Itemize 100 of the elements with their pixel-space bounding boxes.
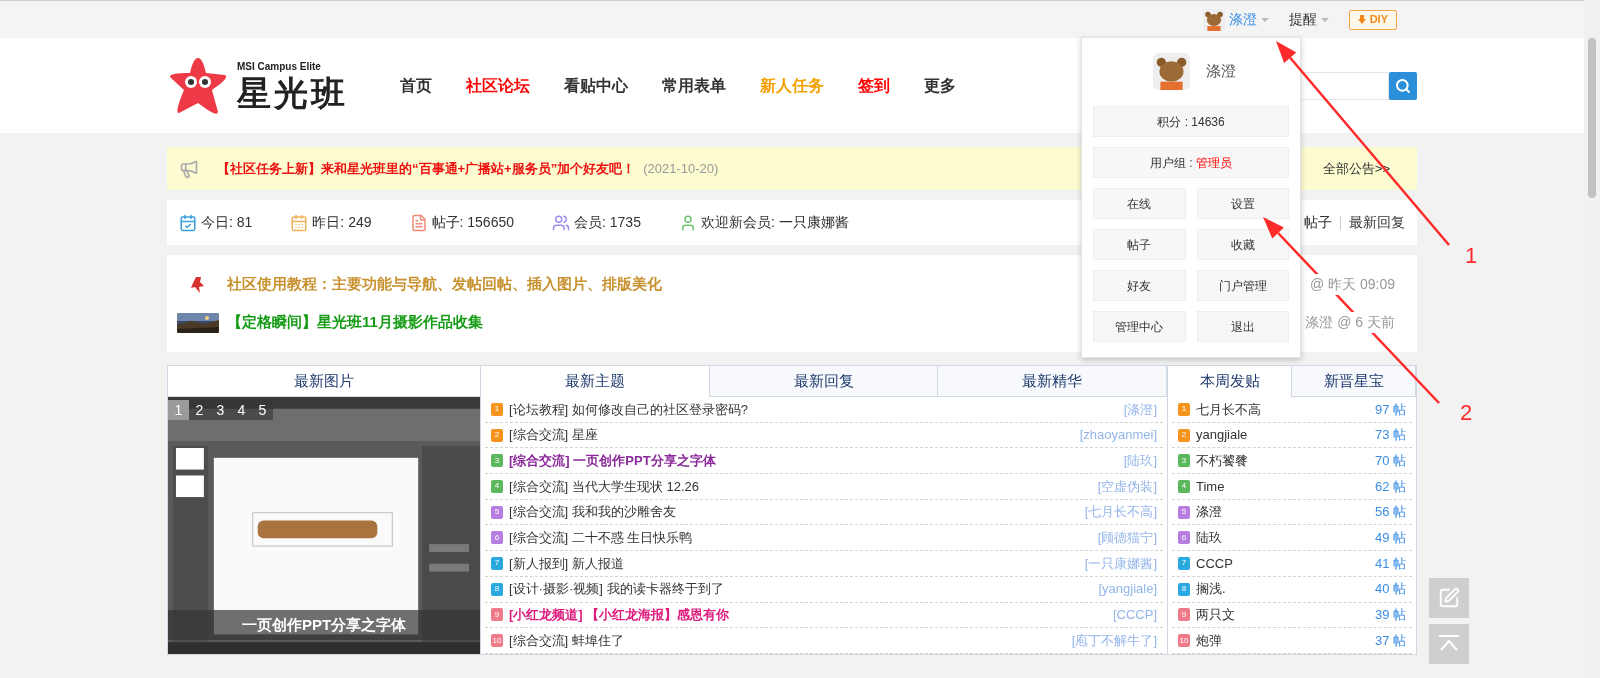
annotation-number: 2 [1460,402,1473,424]
thread-meta: 涤澄 @ 6 天前 [1305,312,1395,333]
nav-link[interactable]: 看贴中心 [564,73,628,98]
rank-badge: 5 [491,505,503,519]
back-to-top-icon [1438,635,1460,653]
rank-badge: 5 [1178,505,1190,519]
thread-link[interactable]: [小红龙频道] 【小红龙海报】感恩有你 [509,605,730,625]
logo-subtitle: MSI Campus Elite [237,61,322,72]
nav-link[interactable]: 更多 [924,73,956,98]
back-to-top-button[interactable] [1429,624,1469,664]
tab[interactable]: 最新精华 [938,366,1167,397]
user-group-field: 用户组 : 管理员 [1093,147,1289,178]
nav-link[interactable]: 首页 [400,73,432,98]
points-field: 积分 : 14636 [1093,106,1289,137]
user-link[interactable]: 不朽饕餮 [1196,450,1248,471]
user-link[interactable]: CCCP [1196,553,1233,574]
slide-pager[interactable]: 2 [189,400,210,420]
post-count: 62 帖 [1374,477,1406,496]
thread-meta: @ 昨天 09:09 [1309,274,1395,295]
user-link[interactable]: 涤澄 [1196,502,1222,522]
post-count: 39 帖 [1374,606,1406,625]
pin-icon [191,276,205,293]
thread-link[interactable]: [综合交流] 二十不惑 生日快乐鸭 [509,528,693,548]
rank-badge: 8 [491,582,503,596]
notice-text[interactable]: 【社区任务上新】来和星光班里的“百事通+广播站+服务员”加个好友吧！ [217,158,636,179]
stat-text: 会员: 1735 [574,213,641,232]
user-link[interactable]: 搁浅. [1196,579,1226,599]
users-icon [552,213,570,232]
calendar-icon [290,213,309,232]
rank-badge: 4 [1178,479,1190,493]
user-link[interactable]: 陆玖 [1196,528,1222,548]
thread-link[interactable]: [综合交流] 我和我的沙雕舍友 [509,502,676,522]
post-count: 56 帖 [1374,503,1406,522]
rank-badge: 6 [491,531,503,545]
notice-date: (2021-10-20) [643,159,719,178]
stat-text: 今日: 81 [201,213,253,232]
menu-button[interactable]: 管理中心 [1093,311,1186,342]
rank-badge: 1 [1178,402,1190,416]
caret-icon [1320,17,1329,22]
nav-link[interactable]: 签到 [858,73,890,98]
tab[interactable]: 新晋星宝 [1292,366,1416,397]
tab[interactable]: 本周发贴 [1168,366,1292,397]
menu-button[interactable]: 在线 [1093,188,1186,219]
user-link[interactable]: Time [1196,476,1225,497]
post-count: 37 帖 [1374,631,1406,650]
rank-badge: 4 [491,479,503,493]
thread-link[interactable]: [综合交流] 蚌埠住了 [509,630,624,651]
thread-link[interactable]: [综合交流] 星座 [509,425,598,445]
thread-link[interactable]: [设计·摄影·视频] 我的读卡器终于到了 [509,579,724,599]
post-count: 41 帖 [1374,554,1406,573]
slide-pager[interactable]: 4 [231,400,252,420]
menu-button[interactable]: 好友 [1093,270,1186,301]
slide-pager[interactable]: 3 [210,400,231,420]
thread-link[interactable]: [综合交流] 一页创作PPT分享之字体 [509,450,716,471]
thread-link[interactable]: [综合交流] 当代大学生现状 12.26 [509,476,699,497]
thread-link[interactable]: [论坛教程] 如何修改自己的社区登录密码? [509,399,749,420]
tab[interactable]: 最新主题 [481,366,710,397]
stat-text: 昨日: 249 [312,213,372,232]
nav-link[interactable]: 社区论坛 [466,73,530,98]
menu-username: 涤澄 [1206,61,1236,82]
avatar [1153,53,1190,90]
post-count: 73 帖 [1374,426,1406,445]
rank-badge: 1 [491,402,503,416]
stats-link[interactable]: 最新回复 [1349,212,1405,233]
user-link[interactable]: 两只文 [1196,605,1235,625]
thread-link[interactable]: [新人报到] 新人报道 [509,553,624,574]
edit-button[interactable] [1429,578,1469,618]
post-count: 49 帖 [1374,529,1406,548]
menu-button[interactable]: 设置 [1196,188,1289,219]
menu-button[interactable]: 收藏 [1196,229,1289,260]
nav-link[interactable]: 常用表单 [662,73,726,98]
caret-icon [1260,17,1269,22]
post-count: 70 帖 [1374,451,1406,470]
menu-button[interactable]: 退出 [1196,311,1289,342]
sticky-thread-link[interactable]: 【定格瞬间】星光班11月摄影作品收集 [227,311,483,334]
post-count: 97 帖 [1374,400,1406,419]
rank-badge: 3 [1178,454,1190,468]
user-link[interactable]: yangjiale [1196,425,1248,445]
menu-button[interactable]: 门户管理 [1196,270,1289,301]
user-link[interactable]: 七月长不高 [1196,399,1261,420]
menu-button[interactable]: 帖子 [1093,229,1186,260]
stat-text: 帖子: 156650 [431,213,514,232]
slide-pager[interactable]: 5 [252,400,273,420]
rank-badge: 7 [1178,556,1190,570]
tab[interactable]: 最新回复 [709,366,939,397]
rank-badge: 7 [491,556,503,570]
rank-badge: 2 [1178,428,1190,442]
search-icon [1395,77,1411,94]
annotation-number: 1 [1465,245,1478,267]
calendar-check-icon [179,213,197,232]
edit-icon [1438,587,1460,609]
rank-badge: 9 [491,608,503,622]
reminder-link[interactable]: 提醒 [1288,9,1317,30]
picture-caption: 一页创作PPT分享之字体 [168,610,480,640]
rank-badge: 2 [491,428,503,442]
rank-badge: 9 [1178,608,1190,622]
document-icon [409,213,428,232]
stats-link[interactable]: 帖子 [1304,212,1332,233]
search-button[interactable] [1389,71,1417,100]
user-link[interactable]: 炮弹 [1196,630,1222,651]
